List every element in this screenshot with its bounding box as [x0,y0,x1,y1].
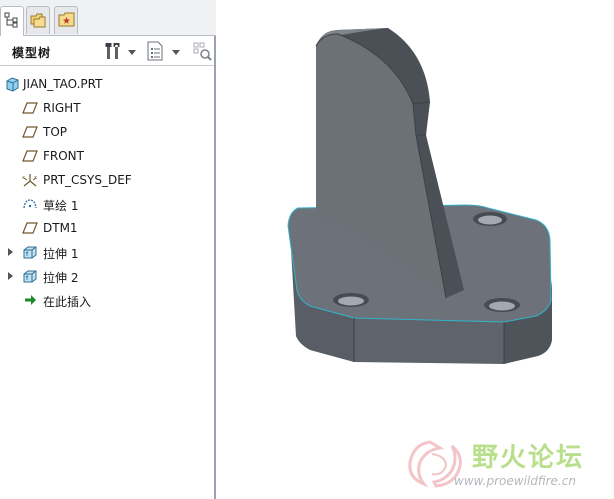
tree-icon [4,12,18,28]
datum-plane-icon [22,150,38,162]
model-tree: JIAN_TAO.PRT RIGHT TOP FRONT x x PRT_CSY… [0,72,214,312]
tree-item-label: PRT_CSYS_DEF [43,173,132,187]
tree-item-datum-top[interactable]: TOP [0,120,214,144]
favorites-icon [58,12,75,27]
tree-item-insert-here[interactable]: 在此插入 [0,288,214,312]
tools-icon [105,43,120,59]
tab-model-tree[interactable] [0,6,24,36]
forum-watermark-url: www.proewildfire.cn [454,474,576,488]
tree-item-label: RIGHT [43,101,81,115]
datum-plane-icon [22,126,38,138]
model-tree-title: 模型树 [12,46,52,60]
navigator-tab-strip [0,0,216,36]
tree-item-label: 拉伸 1 [43,247,79,261]
svg-text:x: x [22,175,25,181]
tree-item-part[interactable]: JIAN_TAO.PRT [0,72,214,96]
model-3d-view [287,28,552,364]
tree-item-label: TOP [43,125,68,139]
filter-icon [193,42,212,61]
sketch-icon [23,199,37,209]
show-list-icon [147,41,163,61]
tree-item-label: 在此插入 [43,295,92,309]
graphics-viewport[interactable] [218,0,614,499]
svg-text:x: x [34,175,37,181]
tree-item-label: DTM1 [43,221,78,235]
tree-item-datum-right[interactable]: RIGHT [0,96,214,120]
coordinate-system-icon: x x [22,174,37,187]
expand-arrow-icon[interactable] [8,272,13,280]
datum-plane-icon [22,102,38,114]
tree-item-datum-front[interactable]: FRONT [0,144,214,168]
chevron-down-icon [172,50,180,55]
tree-item-sketch[interactable]: 草绘 1 [0,192,214,216]
tree-item-datum-dtm1[interactable]: DTM1 [0,216,214,240]
tree-item-label: 草绘 1 [43,199,79,213]
folder-icon [30,13,46,28]
tree-item-csys[interactable]: x x PRT_CSYS_DEF [0,168,214,192]
part-icon [6,77,19,92]
tree-item-extrude-2[interactable]: 拉伸 2 [0,264,214,288]
tree-item-label: 拉伸 2 [43,271,79,285]
navigator-panel: 模型树 JIAN_TAO.PRT RIGHT TOP FRONT x x PRT… [0,0,216,499]
tab-favorites[interactable] [54,6,78,34]
tree-show-button[interactable] [146,41,180,61]
tab-folder-browser[interactable] [26,6,50,34]
forum-watermark-title: 野火论坛 [472,443,585,473]
tree-settings-button[interactable] [104,41,136,61]
tree-item-extrude-1[interactable]: 拉伸 1 [0,240,214,264]
extrude-icon [23,246,37,259]
extrude-icon [23,270,37,283]
datum-plane-icon [22,222,38,234]
tree-item-label: FRONT [43,149,84,163]
tree-item-label: JIAN_TAO.PRT [23,77,103,91]
insert-here-arrow-icon [25,295,36,305]
chevron-down-icon [128,50,136,55]
expand-arrow-icon[interactable] [8,248,13,256]
model-tree-toolbar: 模型树 [0,37,214,66]
tree-filter-button[interactable] [192,41,212,61]
